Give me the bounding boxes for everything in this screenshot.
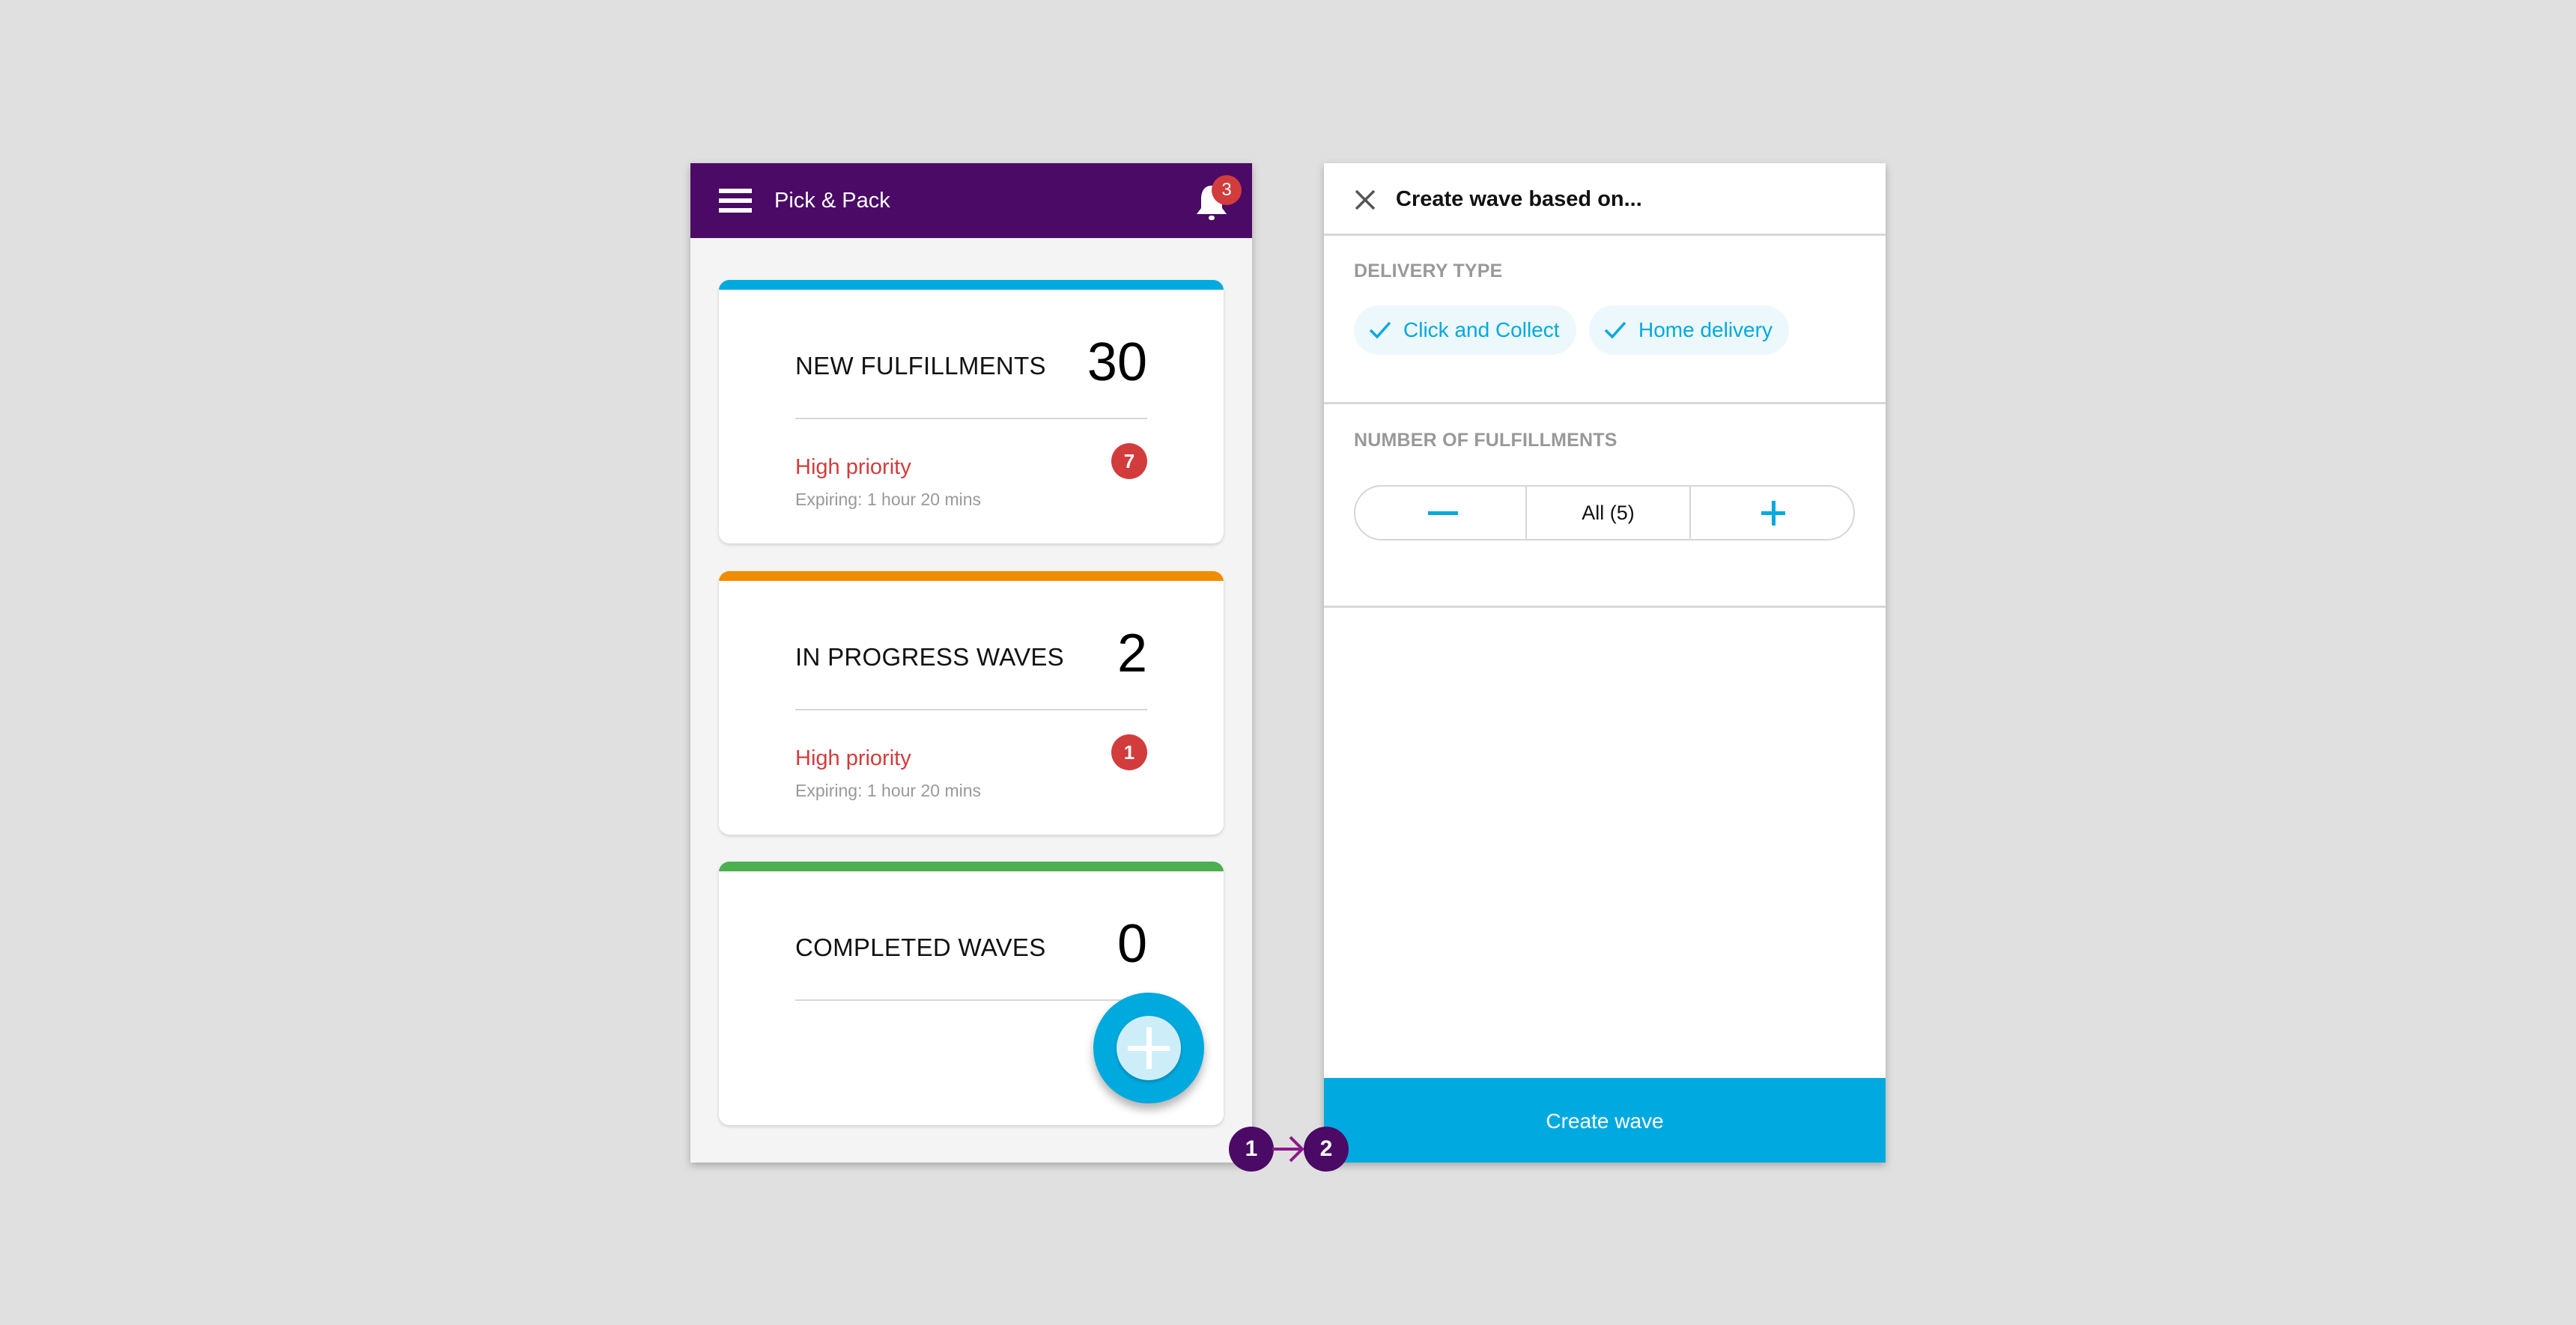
create-wave-sheet: Create wave based on... DELIVERY TYPE Cl… [1324,163,1886,1163]
chip-label: Click and Collect [1403,318,1560,341]
card-accent-bar [719,862,1224,871]
sheet-title: Create wave based on... [1396,187,1642,211]
new-fulfillments-card[interactable]: NEW FULFILLMENTS 30 High priority 7 Expi… [719,280,1224,543]
app-title: Pick & Pack [774,189,890,213]
close-icon[interactable] [1354,189,1376,211]
hamburger-icon[interactable] [719,189,752,213]
minus-icon [1428,511,1458,515]
card-title: NEW FULFILLMENTS [795,352,1046,380]
section-divider [1324,606,1886,608]
card-divider [795,709,1147,710]
create-wave-fab[interactable] [1093,993,1204,1103]
create-wave-button[interactable]: Create wave [1324,1078,1886,1163]
priority-label: High priority [795,746,911,770]
check-icon [1369,321,1391,339]
card-title: COMPLETED WAVES [795,933,1046,961]
fulfillments-stepper: All (5) [1354,485,1855,540]
increment-button[interactable] [1689,487,1853,539]
chip-click-and-collect[interactable]: Click and Collect [1354,305,1576,355]
card-count: 2 [1117,624,1147,683]
expiring-text: Expiring: 1 hour 20 mins [795,781,982,800]
card-count: 0 [1117,914,1147,974]
priority-count-badge: 7 [1111,443,1147,479]
step-2-badge: 2 [1304,1127,1349,1172]
in-progress-waves-card[interactable]: IN PROGRESS WAVES 2 High priority 1 Expi… [719,571,1224,835]
fulfillments-label: NUMBER OF FULFILLMENTS [1354,430,1617,451]
fulfillments-value: All (5) [1525,487,1691,539]
step-1-badge: 1 [1229,1127,1274,1172]
priority-label: High priority [795,455,911,479]
chip-label: Home delivery [1638,318,1772,341]
app-header: Pick & Pack 3 [690,163,1252,238]
delivery-type-label: DELIVERY TYPE [1354,261,1503,281]
card-accent-bar [719,571,1224,581]
card-accent-bar [719,280,1224,290]
section-divider [1324,402,1886,404]
priority-count-badge: 1 [1111,734,1147,770]
expiring-text: Expiring: 1 hour 20 mins [795,490,982,509]
card-divider [795,999,1147,1001]
arrow-right-icon [1272,1136,1304,1163]
header-divider [1324,234,1886,236]
card-count: 30 [1087,332,1147,392]
notification-badge: 3 [1212,175,1242,205]
chip-home-delivery[interactable]: Home delivery [1589,305,1789,355]
plus-icon [1117,1016,1181,1080]
decrement-button[interactable] [1355,487,1525,539]
check-icon [1604,321,1626,339]
pick-pack-screen: Pick & Pack 3 NEW FULFILLMENTS 30 High p… [690,163,1252,1163]
card-divider [795,418,1147,419]
card-title: IN PROGRESS WAVES [795,643,1064,671]
